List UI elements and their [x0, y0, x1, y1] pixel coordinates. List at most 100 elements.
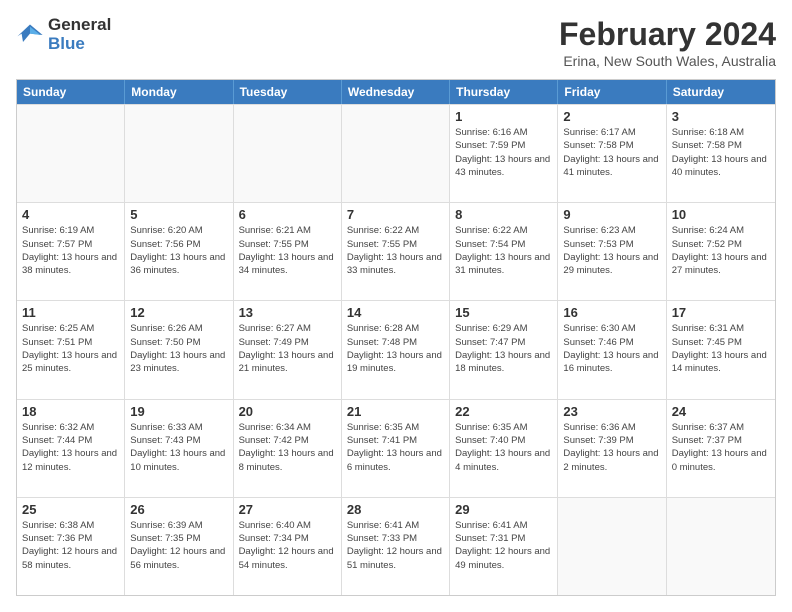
day-number: 11 [22, 305, 119, 320]
day-number: 7 [347, 207, 444, 222]
day-info: Sunrise: 6:37 AM Sunset: 7:37 PM Dayligh… [672, 421, 770, 474]
header-sunday: Sunday [17, 80, 125, 104]
header-thursday: Thursday [450, 80, 558, 104]
calendar-cell-r3-c6: 24Sunrise: 6:37 AM Sunset: 7:37 PM Dayli… [667, 400, 775, 497]
day-info: Sunrise: 6:32 AM Sunset: 7:44 PM Dayligh… [22, 421, 119, 474]
header: General Blue February 2024 Erina, New So… [16, 16, 776, 69]
calendar-cell-r3-c5: 23 Sunrise: 6:36 AM Sunset: 7:39 PM Dayli… [558, 400, 666, 497]
day-info: Sunrise: 6:31 AM Sunset: 7:45 PM Dayligh… [672, 322, 770, 375]
day-number: 6 [239, 207, 336, 222]
subtitle: Erina, New South Wales, Australia [559, 53, 776, 69]
calendar-cell-r0-c3 [342, 105, 450, 202]
title-block: February 2024 Erina, New South Wales, Au… [559, 16, 776, 69]
day-info: Sunrise: 6:35 AM Sunset: 7:40 PM Dayligh… [455, 421, 552, 474]
day-info: Sunrise: 6:17 AM Sunset: 7:58 PM Dayligh… [563, 126, 660, 179]
day-info: Sunrise: 6:18 AM Sunset: 7:58 PM Dayligh… [672, 126, 770, 179]
calendar-cell-r2-c4: 15 Sunrise: 6:29 AM Sunset: 7:47 PM Dayli… [450, 301, 558, 398]
calendar-row-2: 11 Sunrise: 6:25 AM Sunset: 7:51 PM Dayli… [17, 300, 775, 398]
calendar-cell-r1-c6: 10 Sunrise: 6:24 AM Sunset: 7:52 PM Dayli… [667, 203, 775, 300]
header-tuesday: Tuesday [234, 80, 342, 104]
day-number: 13 [239, 305, 336, 320]
logo-icon [16, 21, 44, 49]
calendar-cell-r4-c2: 27 Sunrise: 6:40 AM Sunset: 7:34 PM Dayli… [234, 498, 342, 595]
calendar-cell-r3-c4: 22 Sunrise: 6:35 AM Sunset: 7:40 PM Dayli… [450, 400, 558, 497]
day-info: Sunrise: 6:21 AM Sunset: 7:55 PM Dayligh… [239, 224, 336, 277]
calendar-cell-r1-c3: 7 Sunrise: 6:22 AM Sunset: 7:55 PM Daylig… [342, 203, 450, 300]
day-number: 3 [672, 109, 770, 124]
calendar-cell-r3-c2: 20Sunrise: 6:34 AM Sunset: 7:42 PM Dayli… [234, 400, 342, 497]
day-info: Sunrise: 6:33 AM Sunset: 7:43 PM Dayligh… [130, 421, 227, 474]
day-info: Sunrise: 6:40 AM Sunset: 7:34 PM Dayligh… [239, 519, 336, 572]
calendar-cell-r2-c2: 13 Sunrise: 6:27 AM Sunset: 7:49 PM Dayli… [234, 301, 342, 398]
logo: General Blue [16, 16, 111, 53]
calendar-cell-r3-c0: 18 Sunrise: 6:32 AM Sunset: 7:44 PM Dayli… [17, 400, 125, 497]
day-number: 8 [455, 207, 552, 222]
day-number: 15 [455, 305, 552, 320]
day-number: 12 [130, 305, 227, 320]
calendar: Sunday Monday Tuesday Wednesday Thursday… [16, 79, 776, 596]
calendar-cell-r3-c1: 19 Sunrise: 6:33 AM Sunset: 7:43 PM Dayli… [125, 400, 233, 497]
day-number: 26 [130, 502, 227, 517]
calendar-cell-r1-c1: 5 Sunrise: 6:20 AM Sunset: 7:56 PM Daylig… [125, 203, 233, 300]
day-info: Sunrise: 6:30 AM Sunset: 7:46 PM Dayligh… [563, 322, 660, 375]
calendar-cell-r4-c3: 28 Sunrise: 6:41 AM Sunset: 7:33 PM Dayli… [342, 498, 450, 595]
calendar-row-0: 1Sunrise: 6:16 AM Sunset: 7:59 PM Daylig… [17, 104, 775, 202]
day-info: Sunrise: 6:23 AM Sunset: 7:53 PM Dayligh… [563, 224, 660, 277]
day-info: Sunrise: 6:36 AM Sunset: 7:39 PM Dayligh… [563, 421, 660, 474]
day-info: Sunrise: 6:25 AM Sunset: 7:51 PM Dayligh… [22, 322, 119, 375]
day-number: 28 [347, 502, 444, 517]
day-info: Sunrise: 6:27 AM Sunset: 7:49 PM Dayligh… [239, 322, 336, 375]
calendar-cell-r4-c4: 29 Sunrise: 6:41 AM Sunset: 7:31 PM Dayli… [450, 498, 558, 595]
calendar-cell-r4-c0: 25 Sunrise: 6:38 AM Sunset: 7:36 PM Dayli… [17, 498, 125, 595]
day-number: 18 [22, 404, 119, 419]
calendar-cell-r2-c1: 12 Sunrise: 6:26 AM Sunset: 7:50 PM Dayli… [125, 301, 233, 398]
main-title: February 2024 [559, 16, 776, 53]
logo-text: General Blue [48, 16, 111, 53]
calendar-cell-r4-c1: 26 Sunrise: 6:39 AM Sunset: 7:35 PM Dayli… [125, 498, 233, 595]
day-number: 25 [22, 502, 119, 517]
calendar-cell-r3-c3: 21Sunrise: 6:35 AM Sunset: 7:41 PM Dayli… [342, 400, 450, 497]
day-number: 14 [347, 305, 444, 320]
day-info: Sunrise: 6:41 AM Sunset: 7:33 PM Dayligh… [347, 519, 444, 572]
day-info: Sunrise: 6:24 AM Sunset: 7:52 PM Dayligh… [672, 224, 770, 277]
day-info: Sunrise: 6:41 AM Sunset: 7:31 PM Dayligh… [455, 519, 552, 572]
header-wednesday: Wednesday [342, 80, 450, 104]
calendar-cell-r2-c5: 16Sunrise: 6:30 AM Sunset: 7:46 PM Dayli… [558, 301, 666, 398]
day-info: Sunrise: 6:19 AM Sunset: 7:57 PM Dayligh… [22, 224, 119, 277]
day-info: Sunrise: 6:39 AM Sunset: 7:35 PM Dayligh… [130, 519, 227, 572]
day-info: Sunrise: 6:22 AM Sunset: 7:54 PM Dayligh… [455, 224, 552, 277]
day-info: Sunrise: 6:20 AM Sunset: 7:56 PM Dayligh… [130, 224, 227, 277]
calendar-cell-r2-c6: 17Sunrise: 6:31 AM Sunset: 7:45 PM Dayli… [667, 301, 775, 398]
calendar-cell-r0-c0 [17, 105, 125, 202]
day-number: 22 [455, 404, 552, 419]
calendar-header: Sunday Monday Tuesday Wednesday Thursday… [17, 80, 775, 104]
day-info: Sunrise: 6:38 AM Sunset: 7:36 PM Dayligh… [22, 519, 119, 572]
day-number: 10 [672, 207, 770, 222]
header-monday: Monday [125, 80, 233, 104]
day-number: 20 [239, 404, 336, 419]
calendar-cell-r0-c5: 2Sunrise: 6:17 AM Sunset: 7:58 PM Daylig… [558, 105, 666, 202]
calendar-cell-r0-c4: 1Sunrise: 6:16 AM Sunset: 7:59 PM Daylig… [450, 105, 558, 202]
header-friday: Friday [558, 80, 666, 104]
day-number: 27 [239, 502, 336, 517]
calendar-cell-r1-c0: 4 Sunrise: 6:19 AM Sunset: 7:57 PM Daylig… [17, 203, 125, 300]
calendar-cell-r0-c2 [234, 105, 342, 202]
day-number: 4 [22, 207, 119, 222]
day-number: 19 [130, 404, 227, 419]
day-info: Sunrise: 6:22 AM Sunset: 7:55 PM Dayligh… [347, 224, 444, 277]
day-info: Sunrise: 6:26 AM Sunset: 7:50 PM Dayligh… [130, 322, 227, 375]
day-number: 29 [455, 502, 552, 517]
day-info: Sunrise: 6:28 AM Sunset: 7:48 PM Dayligh… [347, 322, 444, 375]
day-number: 5 [130, 207, 227, 222]
day-number: 23 [563, 404, 660, 419]
calendar-cell-r0-c6: 3 Sunrise: 6:18 AM Sunset: 7:58 PM Daylig… [667, 105, 775, 202]
day-number: 1 [455, 109, 552, 124]
calendar-cell-r0-c1 [125, 105, 233, 202]
page: General Blue February 2024 Erina, New So… [0, 0, 792, 612]
day-info: Sunrise: 6:29 AM Sunset: 7:47 PM Dayligh… [455, 322, 552, 375]
day-number: 21 [347, 404, 444, 419]
calendar-cell-r4-c5 [558, 498, 666, 595]
header-saturday: Saturday [667, 80, 775, 104]
calendar-cell-r1-c2: 6 Sunrise: 6:21 AM Sunset: 7:55 PM Daylig… [234, 203, 342, 300]
calendar-row-1: 4 Sunrise: 6:19 AM Sunset: 7:57 PM Daylig… [17, 202, 775, 300]
